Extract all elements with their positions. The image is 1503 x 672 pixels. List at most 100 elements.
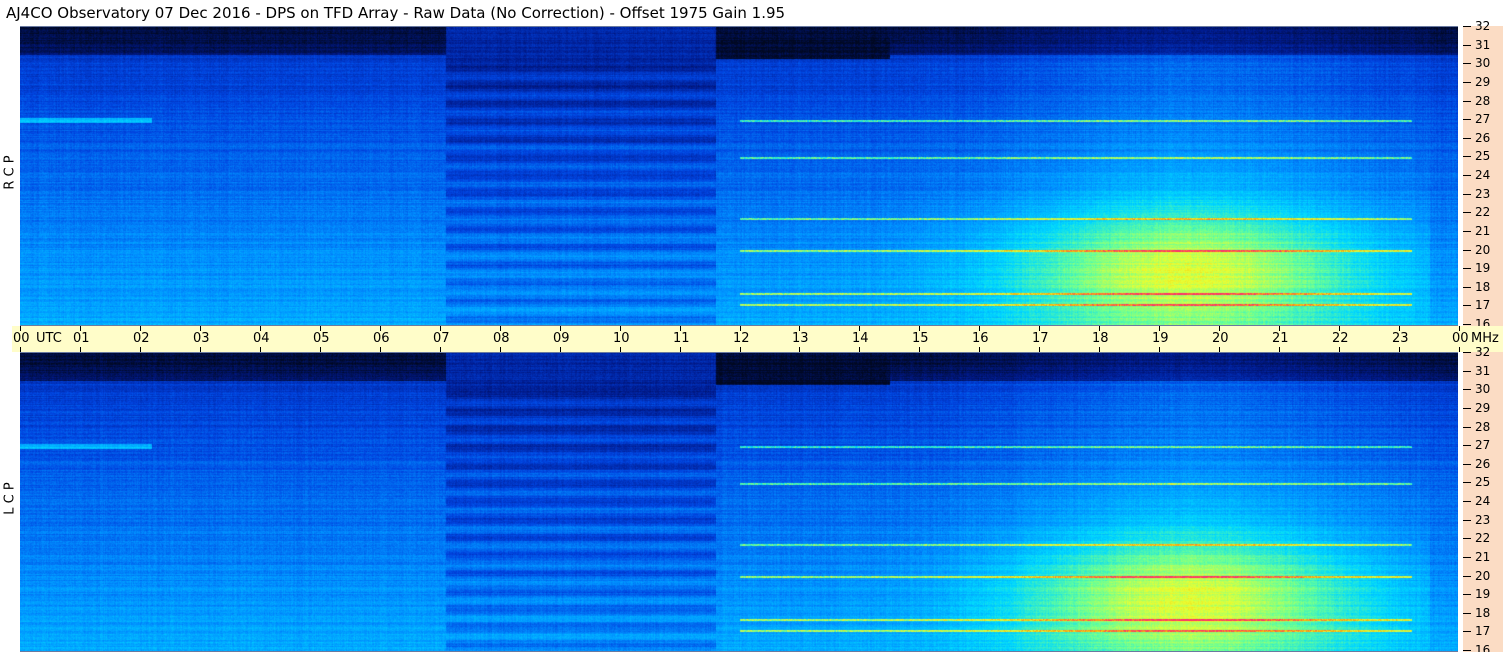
freq-tick-label: 18: [1475, 280, 1491, 294]
freq-tick-label: 31: [1475, 364, 1491, 378]
freq-tick: [1463, 408, 1471, 409]
freq-tick: [1463, 212, 1471, 213]
freq-tick: [1463, 427, 1471, 428]
freq-tick-label: 23: [1475, 187, 1491, 201]
freq-tick: [1463, 287, 1471, 288]
rcp-label: R C P: [2, 155, 18, 190]
time-tick-label: 11: [673, 331, 690, 346]
freq-tick-label: 25: [1475, 475, 1491, 489]
freq-tick-label: 20: [1475, 243, 1491, 257]
freq-tick: [1463, 268, 1471, 269]
rcp-spectrogram-canvas: [20, 27, 1459, 325]
time-tick-label: 15: [912, 331, 929, 346]
freq-tick-label: 21: [1475, 224, 1491, 238]
freq-tick: [1463, 594, 1471, 595]
freq-tick-label: 23: [1475, 513, 1491, 527]
freq-tick: [1463, 631, 1471, 632]
freq-tick-label: 29: [1475, 75, 1491, 89]
lcp-spectrogram: [20, 352, 1459, 652]
freq-tick-label: 26: [1475, 131, 1491, 145]
time-tick-label: 02: [133, 331, 150, 346]
time-tick-label: 19: [1152, 331, 1169, 346]
time-tick-label: 12: [733, 331, 750, 346]
freq-tick-label: 17: [1475, 624, 1491, 638]
freq-tick-label: 21: [1475, 550, 1491, 564]
freq-tick-label: 27: [1475, 112, 1491, 126]
freq-tick: [1463, 352, 1471, 353]
rcp-frequency-axis: 16 17 18 19 20 21 22 23 24 25 26 27 28 29 30 31 32: [1463, 20, 1503, 330]
time-tick-label: 20: [1212, 331, 1229, 346]
freq-tick: [1463, 464, 1471, 465]
freq-tick-label: 30: [1475, 382, 1491, 396]
freq-tick: [1463, 119, 1471, 120]
utc-unit-label: UTC: [36, 331, 62, 346]
freq-tick: [1463, 482, 1471, 483]
time-tick-label: 22: [1332, 331, 1349, 346]
freq-tick: [1463, 45, 1471, 46]
time-tick-label: 13: [792, 331, 809, 346]
freq-tick-label: 20: [1475, 569, 1491, 583]
time-tick-label: 06: [373, 331, 390, 346]
time-tick-label: 03: [193, 331, 210, 346]
freq-tick-label: 28: [1475, 420, 1491, 434]
freq-tick-label: 30: [1475, 56, 1491, 70]
freq-tick-label: 28: [1475, 94, 1491, 108]
time-tick-label: 21: [1272, 331, 1289, 346]
rcp-spectrogram: [20, 26, 1459, 326]
freq-tick-label: 22: [1475, 531, 1491, 545]
freq-tick: [1463, 613, 1471, 614]
chart-title: AJ4CO Observatory 07 Dec 2016 - DPS on T…: [6, 4, 786, 22]
freq-tick: [1463, 231, 1471, 232]
freq-tick: [1463, 101, 1471, 102]
freq-tick-label: 18: [1475, 606, 1491, 620]
freq-tick: [1463, 250, 1471, 251]
freq-tick: [1463, 138, 1471, 139]
time-tick-label: 09: [553, 331, 570, 346]
freq-tick: [1463, 389, 1471, 390]
freq-tick: [1463, 538, 1471, 539]
time-tick-label: 08: [493, 331, 510, 346]
time-tick-label: 05: [313, 331, 330, 346]
freq-tick-label: 17: [1475, 298, 1491, 312]
freq-tick-label: 25: [1475, 149, 1491, 163]
freq-tick: [1463, 156, 1471, 157]
freq-tick: [1463, 175, 1471, 176]
freq-tick: [1463, 576, 1471, 577]
freq-tick-label: 32: [1475, 19, 1491, 33]
freq-tick: [1463, 26, 1471, 27]
freq-tick: [1463, 305, 1471, 306]
freq-tick-label: 24: [1475, 168, 1491, 182]
freq-tick: [1463, 650, 1471, 651]
time-tick-label: 07: [433, 331, 450, 346]
lcp-label: L C P: [2, 482, 18, 515]
freq-tick: [1463, 501, 1471, 502]
freq-tick: [1463, 445, 1471, 446]
time-tick-label: 18: [1092, 331, 1109, 346]
freq-tick-label: 19: [1475, 261, 1491, 275]
time-tick-label: 10: [613, 331, 630, 346]
freq-tick: [1463, 324, 1471, 325]
freq-tick-label: 22: [1475, 205, 1491, 219]
freq-tick-label: 27: [1475, 438, 1491, 452]
lcp-frequency-axis: 16 17 18 19 20 21 22 23 24 25 26 27 28 29 30 31 32: [1463, 346, 1503, 656]
rcp-label-column: R C P: [0, 26, 20, 326]
freq-tick-label: 29: [1475, 401, 1491, 415]
time-tick-label: 23: [1392, 331, 1409, 346]
time-tick-label: 00: [13, 331, 30, 346]
time-tick-label: 14: [852, 331, 869, 346]
time-tick-label: 00: [1452, 331, 1469, 346]
freq-tick-label: 31: [1475, 38, 1491, 52]
time-tick-label: 17: [1032, 331, 1049, 346]
bottom-margin: [0, 652, 1503, 672]
freq-tick: [1463, 194, 1471, 195]
freq-tick: [1463, 371, 1471, 372]
freq-tick-label: 24: [1475, 494, 1491, 508]
utc-time-axis: 00 01 02 03 04 05 06 07 08 09 10 11 12 13 14 15 16 17 18 19…: [12, 326, 1503, 352]
freq-tick: [1463, 557, 1471, 558]
time-tick-label: 04: [253, 331, 270, 346]
freq-tick: [1463, 63, 1471, 64]
mhz-unit-label: MHz: [1471, 331, 1499, 346]
freq-tick-label: 32: [1475, 345, 1491, 359]
freq-tick-label: 26: [1475, 457, 1491, 471]
time-tick-label: 01: [73, 331, 90, 346]
